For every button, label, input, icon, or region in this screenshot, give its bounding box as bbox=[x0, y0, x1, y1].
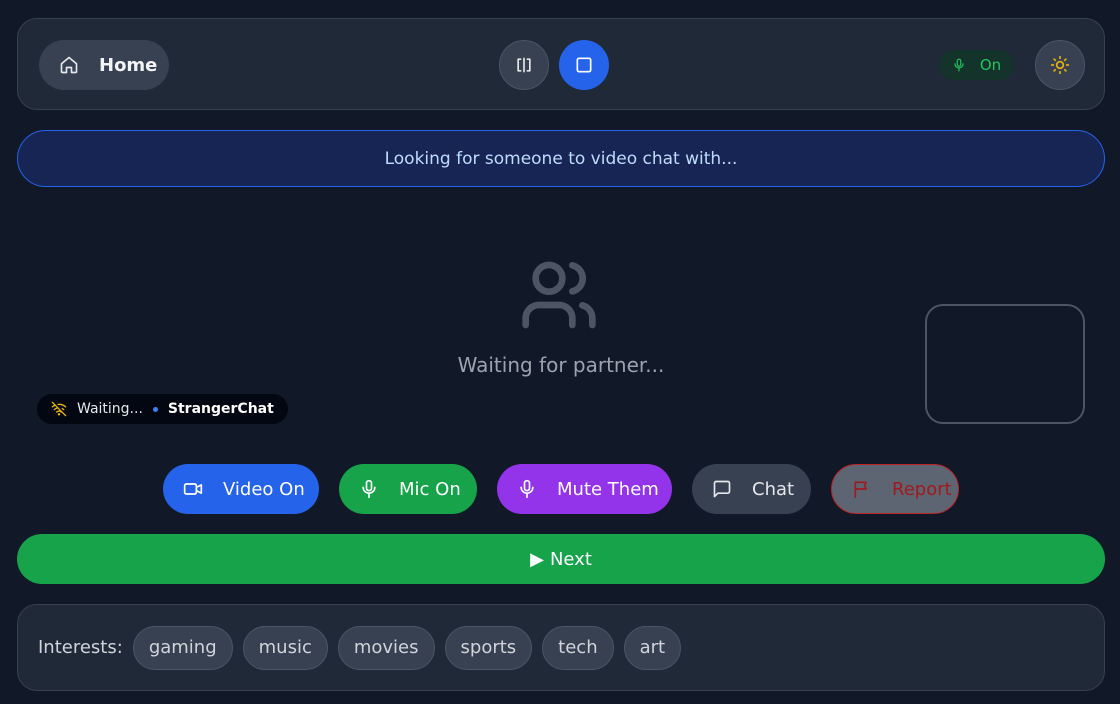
home-icon bbox=[59, 55, 79, 75]
video-stage: Waiting for partner... Waiting... Strang… bbox=[17, 205, 1105, 445]
users-icon bbox=[519, 255, 599, 335]
video-toggle-button[interactable]: Video On bbox=[163, 464, 319, 514]
sun-icon bbox=[1050, 55, 1070, 75]
brand-name: StrangerChat bbox=[167, 401, 274, 417]
play-icon: ▶ bbox=[530, 548, 544, 570]
interest-tag[interactable]: art bbox=[623, 625, 682, 670]
interests-panel: Interests: gaming music movies sports te… bbox=[17, 604, 1105, 691]
home-label: Home bbox=[99, 54, 158, 76]
report-label: Report bbox=[892, 478, 952, 500]
interests-label: Interests: bbox=[38, 637, 123, 658]
call-controls: Video On Mic On Mute Them Chat Report bbox=[0, 464, 1120, 514]
interest-tag[interactable]: tech bbox=[542, 625, 614, 670]
single-layout-button[interactable] bbox=[559, 40, 609, 90]
interest-tag[interactable]: sports bbox=[444, 625, 533, 670]
video-toggle-label: Video On bbox=[223, 478, 305, 500]
next-label: Next bbox=[549, 548, 592, 570]
mute-them-button[interactable]: Mute Them bbox=[497, 464, 672, 514]
mic-icon bbox=[952, 58, 966, 72]
mic-status-label: On bbox=[979, 56, 1002, 74]
mic-status-badge: On bbox=[939, 50, 1014, 80]
chat-button[interactable]: Chat bbox=[692, 464, 811, 514]
flag-icon bbox=[852, 479, 872, 499]
report-button[interactable]: Report bbox=[831, 464, 959, 514]
theme-toggle-button[interactable] bbox=[1035, 40, 1085, 90]
mic-icon bbox=[517, 479, 537, 499]
mic-icon bbox=[359, 479, 379, 499]
self-video-preview bbox=[925, 304, 1085, 424]
split-layout-button[interactable] bbox=[499, 40, 549, 90]
next-button[interactable]: ▶ Next bbox=[17, 534, 1105, 584]
square-icon bbox=[574, 55, 594, 75]
banner-text: Looking for someone to video chat with..… bbox=[384, 148, 738, 169]
split-layout-icon bbox=[514, 55, 534, 75]
top-bar: Home On bbox=[17, 18, 1105, 110]
message-square-icon bbox=[712, 479, 732, 499]
interest-tag[interactable]: music bbox=[242, 625, 328, 670]
interest-tag[interactable]: movies bbox=[337, 625, 435, 670]
home-button[interactable]: Home bbox=[39, 40, 169, 90]
search-status-banner: Looking for someone to video chat with..… bbox=[17, 130, 1105, 187]
chat-label: Chat bbox=[752, 478, 795, 500]
video-icon bbox=[183, 479, 203, 499]
wifi-off-icon bbox=[51, 401, 67, 417]
connection-status-pill: Waiting... StrangerChat bbox=[37, 394, 288, 424]
separator-dot bbox=[152, 406, 158, 412]
mute-them-label: Mute Them bbox=[557, 478, 659, 500]
mic-toggle-label: Mic On bbox=[399, 478, 461, 500]
status-text: Waiting... bbox=[77, 401, 143, 417]
mic-toggle-button[interactable]: Mic On bbox=[339, 464, 477, 514]
interest-tag[interactable]: gaming bbox=[132, 625, 233, 670]
